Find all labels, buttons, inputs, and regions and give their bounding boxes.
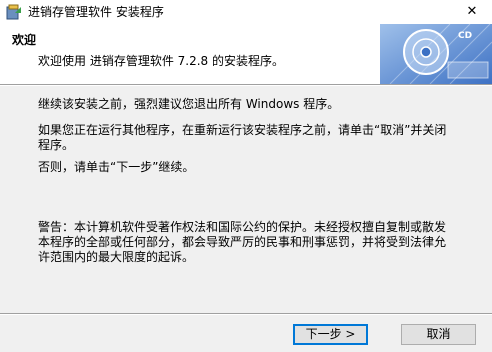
cd-install-graphic: CD xyxy=(380,24,492,84)
installer-app-icon xyxy=(6,4,21,20)
window-title: 进销存管理软件 安装程序 xyxy=(28,5,164,19)
wizard-header: 欢迎 欢迎使用 进销存管理软件 7.2.8 的安装程序。 CD xyxy=(0,24,492,84)
footer-divider-highlight xyxy=(0,314,492,315)
instruction-close-programs: 继续该安装之前，强烈建议您退出所有 Windows 程序。 xyxy=(38,97,340,111)
copyright-warning: 警告：本计算机软件受著作权法和国际公约的保护。未经授权擅自复制或散发本程序的全部… xyxy=(38,220,447,264)
title-bar: 进销存管理软件 安装程序 ✕ xyxy=(0,0,492,24)
page-subtitle: 欢迎使用 进销存管理软件 7.2.8 的安装程序。 xyxy=(38,54,284,68)
page-title: 欢迎 xyxy=(12,33,37,47)
instruction-next: 否则，请单击“下一步”继续。 xyxy=(38,160,195,174)
header-divider-highlight xyxy=(0,85,492,86)
instruction-cancel: 如果您正在运行其他程序，在重新运行该安装程序之前，请单击“取消”并关闭程序。 xyxy=(38,123,447,152)
next-button[interactable]: 下一步 > xyxy=(293,324,368,345)
cd-label: CD xyxy=(458,31,472,41)
close-button[interactable]: ✕ xyxy=(452,0,492,24)
close-icon: ✕ xyxy=(466,4,478,19)
cancel-button[interactable]: 取消 xyxy=(401,324,476,345)
